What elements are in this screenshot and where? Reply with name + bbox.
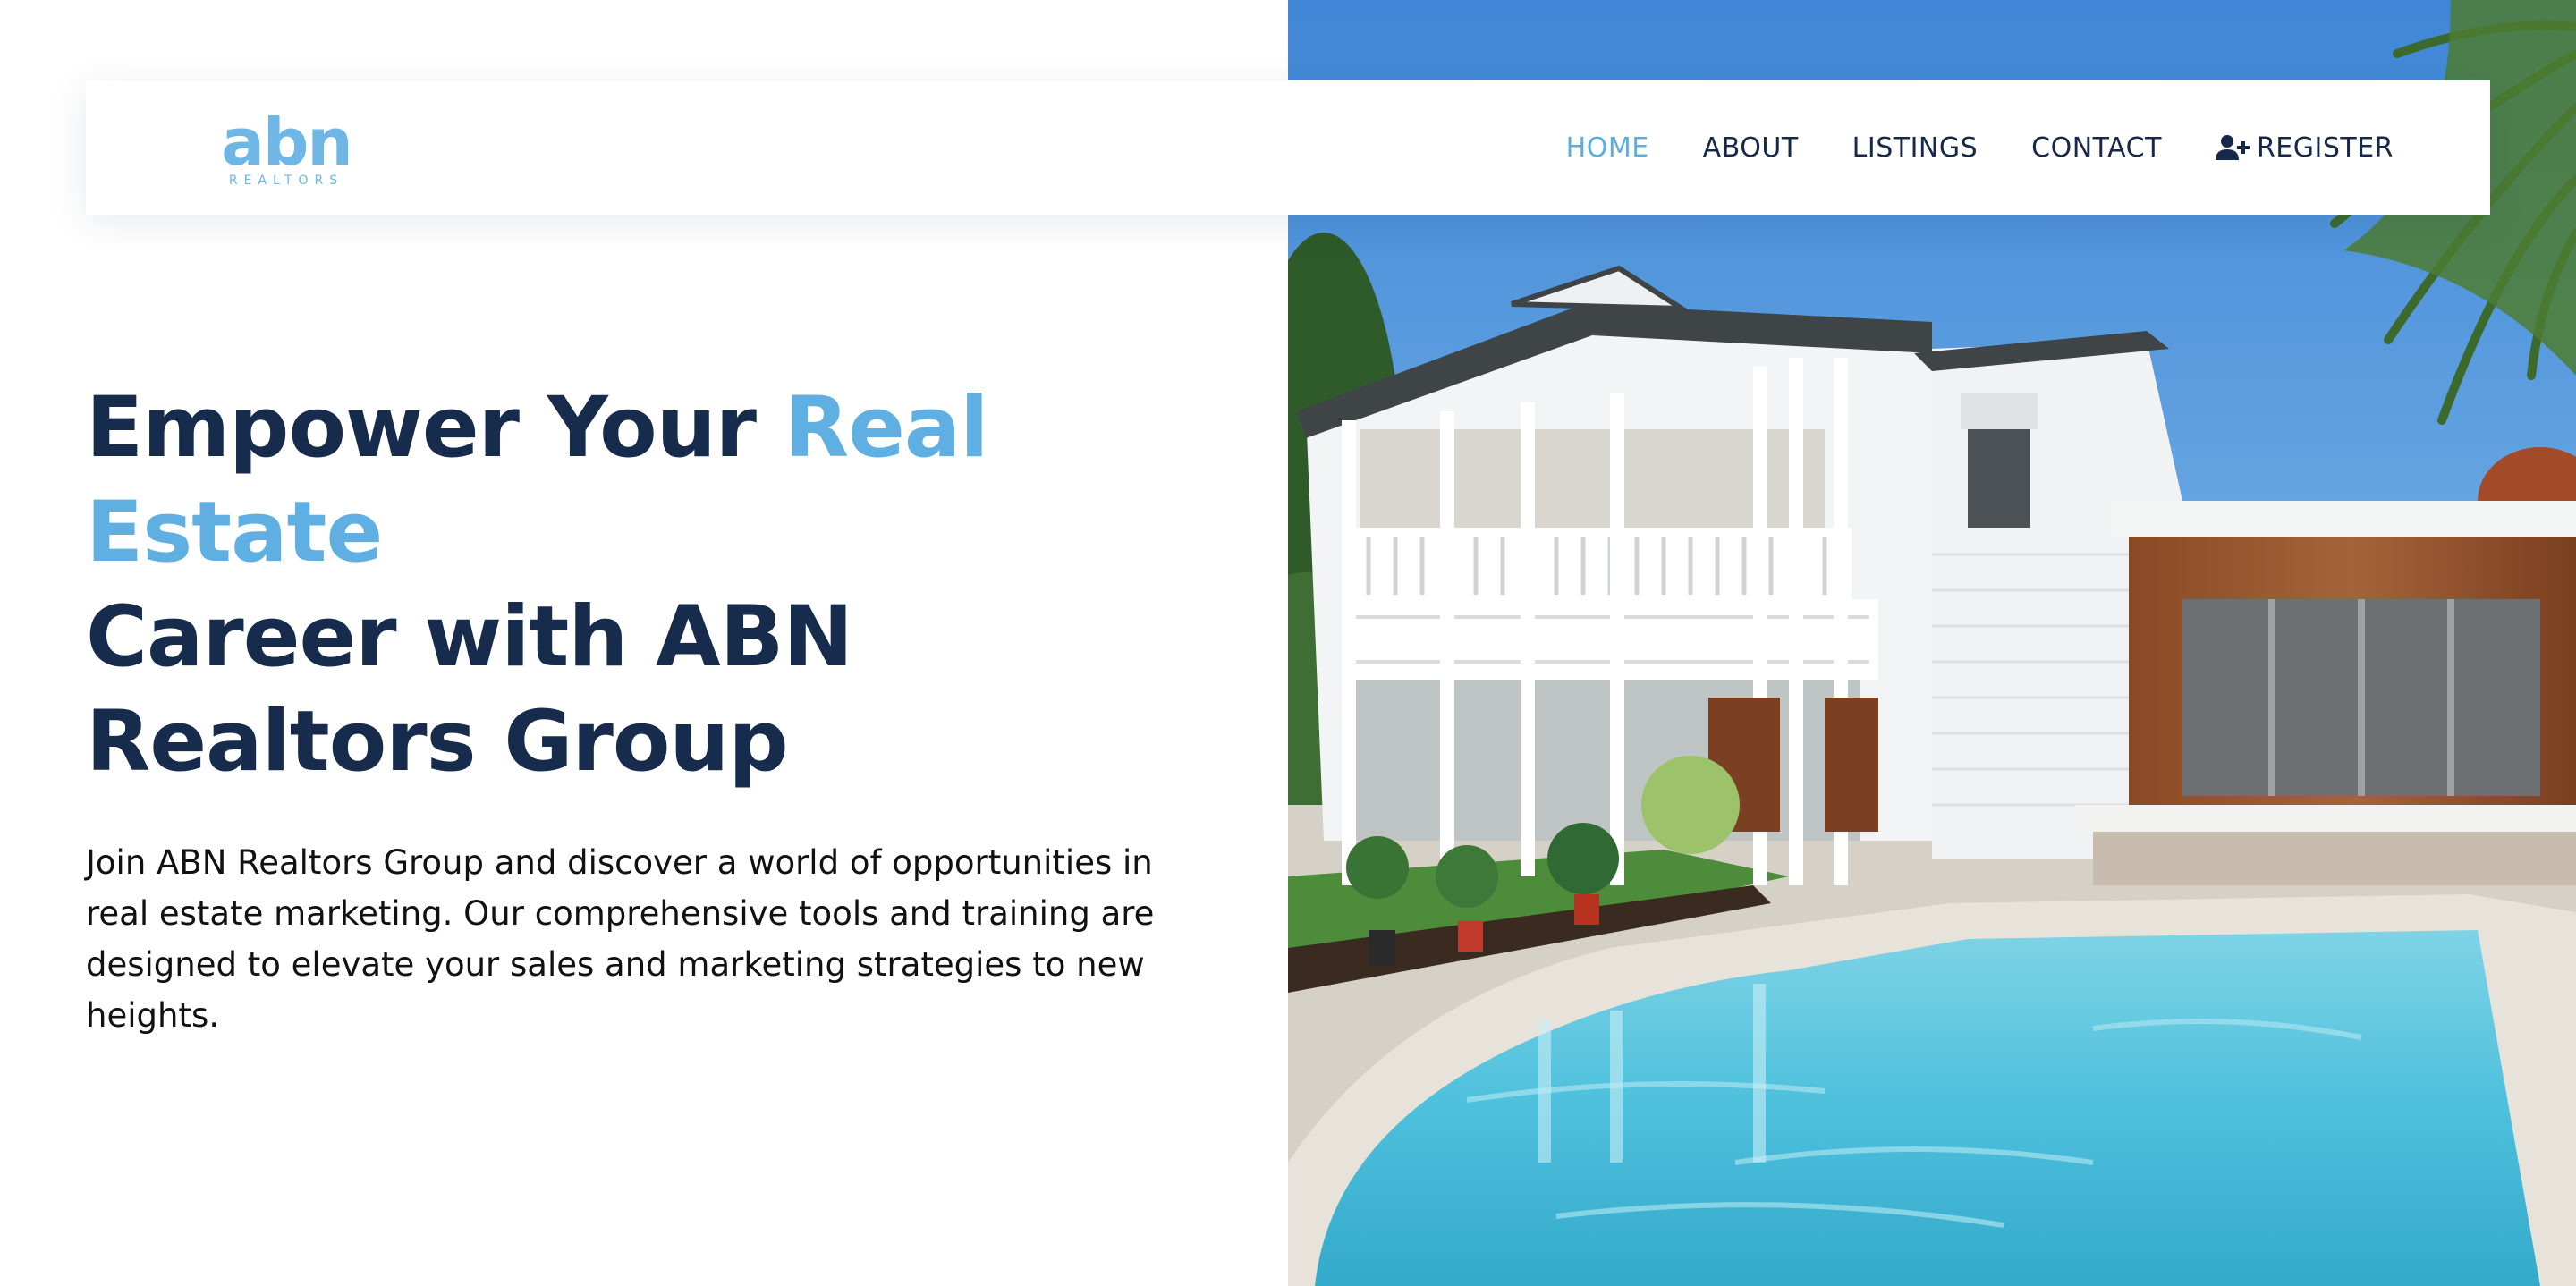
nav-register-label: REGISTER <box>2256 131 2394 164</box>
site-header: abn REALTORS HOME ABOUT LISTINGS CONTACT… <box>86 80 2490 215</box>
nav-listings-link[interactable]: LISTINGS <box>1852 132 1979 164</box>
hero-heading-part2: Career with ABN Realtors Group <box>86 588 853 791</box>
nav-home-link[interactable]: HOME <box>1566 132 1649 164</box>
nav-register-link[interactable]: REGISTER <box>2215 131 2394 164</box>
user-plus-icon <box>2215 134 2250 161</box>
page: abn REALTORS HOME ABOUT LISTINGS CONTACT… <box>0 0 2576 1286</box>
hero-section: Empower Your Real Estate Career with ABN … <box>86 376 1222 1041</box>
nav-contact-link[interactable]: CONTACT <box>2031 132 2162 164</box>
hero-heading: Empower Your Real Estate Career with ABN … <box>86 376 1222 794</box>
site-logo[interactable]: abn REALTORS <box>215 107 358 188</box>
logo-wordmark: abn <box>221 105 352 180</box>
main-nav: HOME ABOUT LISTINGS CONTACT REGISTER <box>1566 132 2394 164</box>
logo-tagline: REALTORS <box>228 173 344 188</box>
hero-heading-part1: Empower Your <box>86 379 784 477</box>
hero-description: Join ABN Realtors Group and discover a w… <box>86 843 1155 1035</box>
nav-about-link[interactable]: ABOUT <box>1703 132 1799 164</box>
